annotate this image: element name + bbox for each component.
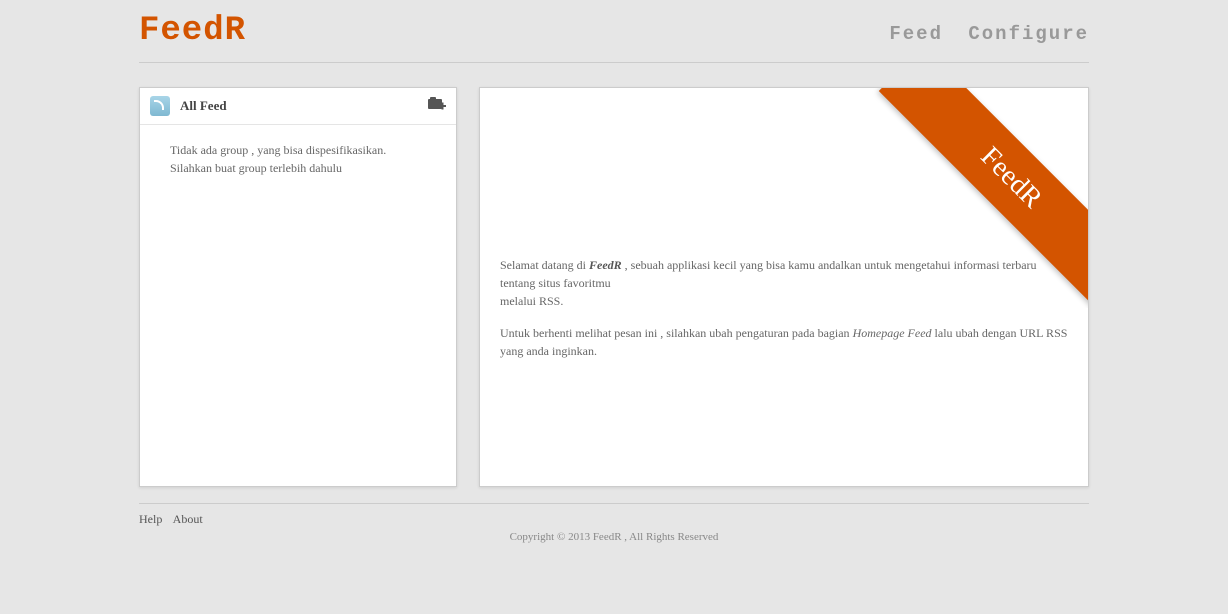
welcome-paragraph-1: Selamat datang di FeedR , sebuah applika… <box>500 256 1068 310</box>
welcome-brand: FeedR <box>589 258 622 272</box>
instruction-emphasis: Homepage Feed <box>853 326 932 340</box>
welcome-paragraph-2: Untuk berhenti melihat pesan ini , silah… <box>500 324 1068 360</box>
sidebar-panel: All Feed Tidak ada group , yang bisa dis… <box>139 87 457 487</box>
welcome-body: Selamat datang di FeedR , sebuah applika… <box>480 88 1088 394</box>
add-group-icon[interactable] <box>428 97 446 111</box>
content-panel: FeedR Selamat datang di FeedR , sebuah a… <box>479 87 1089 487</box>
feed-icon <box>150 96 170 116</box>
logo[interactable]: FeedR <box>139 12 246 50</box>
empty-message-line1: Tidak ada group , yang bisa dispesifikas… <box>170 141 426 159</box>
footer: Help About Copyright © 2013 FeedR , All … <box>139 503 1089 543</box>
footer-links: Help About <box>139 512 1089 527</box>
header-nav: Feed Configure <box>877 23 1089 45</box>
copyright: Copyright © 2013 FeedR , All Rights Rese… <box>139 531 1089 543</box>
nav-feed-link[interactable]: Feed <box>889 23 943 45</box>
sidebar-title: All Feed <box>180 98 227 114</box>
sidebar-panel-header: All Feed <box>140 88 456 125</box>
empty-message-line2: Silahkan buat group terlebih dahulu <box>170 159 426 177</box>
nav-configure-link[interactable]: Configure <box>968 23 1089 45</box>
footer-help-link[interactable]: Help <box>139 512 162 526</box>
footer-about-link[interactable]: About <box>173 512 203 526</box>
header: FeedR Feed Configure <box>139 12 1089 63</box>
sidebar-body: Tidak ada group , yang bisa dispesifikas… <box>140 125 456 201</box>
